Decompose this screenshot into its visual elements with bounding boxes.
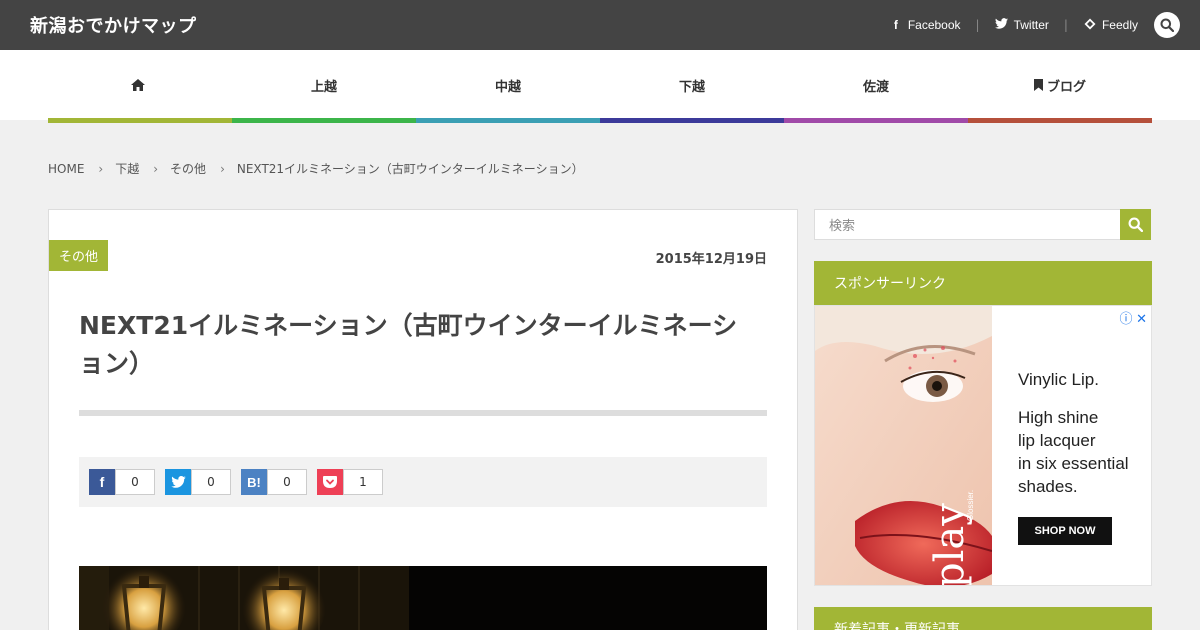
breadcrumb-current: NEXT21イルミネーション（古町ウインターイルミネーション）: [236, 162, 584, 176]
facebook-icon: f: [893, 18, 898, 32]
feedly-icon: [1083, 18, 1097, 33]
bookmark-icon: [1033, 79, 1043, 91]
facebook-share-icon: f: [89, 469, 115, 495]
facebook-label: Facebook: [907, 18, 961, 32]
breadcrumb-home[interactable]: HOME: [48, 162, 84, 176]
ad-copy-line: High shine: [1018, 408, 1099, 427]
article-title: NEXT21イルミネーション（古町ウインターイルミネーション）: [79, 311, 738, 378]
nav-label: 佐渡: [862, 79, 889, 95]
breadcrumb: HOME › 下越 › その他 › NEXT21イルミネーション（古町ウインター…: [48, 160, 584, 177]
twitter-share-button[interactable]: 0: [165, 469, 231, 495]
chevron-right-icon: ›: [153, 161, 159, 176]
nav-color-bar: [784, 118, 968, 123]
post-date: 2015年12月19日: [655, 252, 767, 267]
header-search-button[interactable]: [1154, 12, 1180, 38]
nav-color-bar: [600, 118, 784, 123]
social-links: f Facebook | Twitter | Feedly: [889, 0, 1138, 50]
ad-shop-now-button[interactable]: SHOP NOW: [1018, 517, 1112, 545]
nav-sado[interactable]: 佐渡: [784, 50, 968, 123]
share-count: 1: [343, 469, 383, 495]
twitter-label: Twitter: [1013, 18, 1049, 32]
share-count: 0: [191, 469, 231, 495]
share-buttons: f 0 0 B! 0 1: [79, 457, 767, 507]
nav-kaetsu[interactable]: 下越: [600, 50, 784, 123]
twitter-share-icon: [165, 469, 191, 495]
ad-headline: Vinylic Lip.: [1018, 370, 1099, 389]
home-icon: [131, 79, 145, 91]
ad-choices-icon[interactable]: ⓘ ✕: [1119, 308, 1147, 327]
nav-label: 下越: [678, 79, 705, 95]
title-divider: [79, 410, 767, 416]
ad-copy-line: shades.: [1018, 477, 1078, 496]
twitter-link[interactable]: Twitter: [995, 18, 1049, 32]
search-icon: [1160, 18, 1174, 32]
divider: |: [1063, 18, 1068, 32]
feedly-label: Feedly: [1101, 18, 1138, 32]
nav-joetsu[interactable]: 上越: [232, 50, 416, 123]
category-badge[interactable]: その他: [49, 240, 109, 271]
chevron-right-icon: ›: [98, 161, 104, 176]
pocket-icon: [317, 469, 343, 495]
nav-blog[interactable]: ブログ: [968, 50, 1152, 123]
feedly-link[interactable]: Feedly: [1083, 18, 1138, 33]
nav-home[interactable]: [48, 50, 232, 123]
divider: |: [975, 18, 980, 32]
article-photo: [79, 566, 767, 630]
twitter-icon: [995, 18, 1009, 32]
top-bar: 新潟おでかけマップ f Facebook | Twitter | Feedly: [0, 0, 1200, 50]
nav-color-bar: [48, 118, 232, 123]
breadcrumb-other[interactable]: その他: [170, 160, 206, 177]
facebook-link[interactable]: f Facebook: [889, 18, 961, 32]
nav-label: 上越: [310, 79, 337, 95]
ad-brand-small: Glossier.: [966, 490, 975, 521]
nav-color-bar: [968, 118, 1152, 123]
share-count: 0: [115, 469, 155, 495]
recent-posts-heading: 新着記事・更新記事: [814, 607, 1152, 630]
ad-image: play Glossier.: [815, 306, 992, 585]
hatena-share-button[interactable]: B! 0: [241, 469, 307, 495]
hatena-bookmark-icon: B!: [241, 469, 267, 495]
ad-copy-line: lip lacquer: [1018, 431, 1096, 450]
sponsor-heading: スポンサーリンク: [814, 261, 1152, 305]
article-card: その他 2015年12月19日 NEXT21イルミネーション（古町ウインターイル…: [48, 209, 798, 630]
nav-color-bar: [232, 118, 416, 123]
breadcrumb-kaetsu[interactable]: 下越: [115, 160, 139, 177]
site-title[interactable]: 新潟おでかけマップ: [30, 12, 197, 38]
ad-copy-line: in six essential: [1018, 454, 1129, 473]
nav-label: 中越: [494, 79, 521, 95]
nav-color-bar: [416, 118, 600, 123]
nav-label: ブログ: [1046, 79, 1086, 95]
facebook-share-button[interactable]: f 0: [89, 469, 155, 495]
search-icon: [1128, 217, 1143, 232]
advertisement[interactable]: play Glossier. ⓘ ✕ Vinylic Lip. High shi…: [814, 305, 1152, 586]
pocket-share-button[interactable]: 1: [317, 469, 383, 495]
sidebar-search-button[interactable]: [1120, 209, 1151, 240]
chevron-right-icon: ›: [220, 161, 225, 176]
share-count: 0: [267, 469, 307, 495]
nav-chuetsu[interactable]: 中越: [416, 50, 600, 123]
sidebar-search-input[interactable]: 検索: [814, 209, 1121, 240]
main-nav: 上越 中越 下越 佐渡 ブログ: [0, 50, 1200, 123]
